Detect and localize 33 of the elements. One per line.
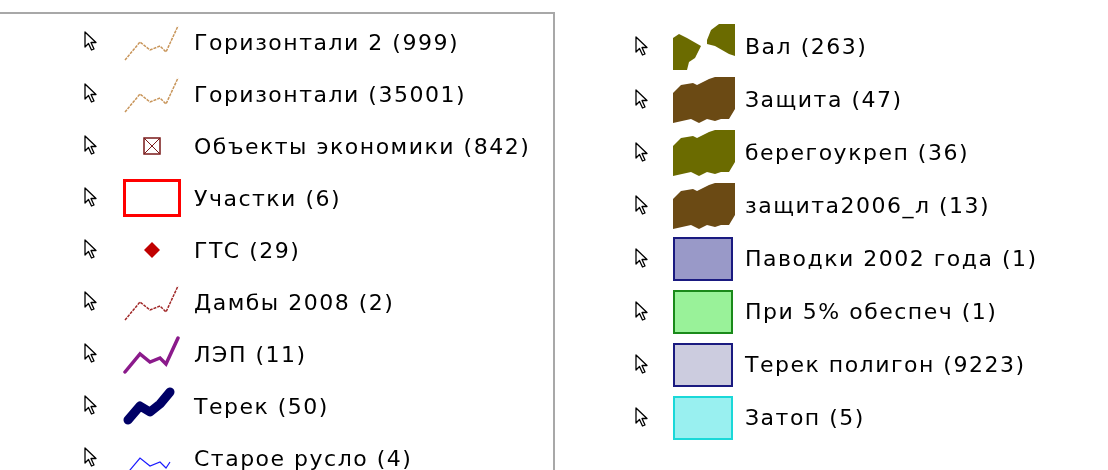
cursor-icon <box>635 194 649 217</box>
layer-label: ЛЭП (11) <box>194 340 307 369</box>
layer-label: Дамбы 2008 (2) <box>194 288 395 317</box>
layer-label: Терек полигон (9223) <box>745 351 1026 379</box>
layer-label: Затоп (5) <box>745 404 865 432</box>
cursor-icon <box>635 353 649 376</box>
layer-label: Участки (6) <box>194 184 342 213</box>
layer-label: берегоукреп (36) <box>745 139 969 167</box>
layer-label: Вал (263) <box>745 33 868 61</box>
cursor-icon <box>84 31 98 53</box>
cursor-icon <box>84 187 98 209</box>
layer-label: Горизонтали 2 (999) <box>194 28 459 57</box>
layer-label: Старое русло (4) <box>194 444 413 470</box>
cursor-icon <box>84 343 98 365</box>
layer-label: Паводки 2002 года (1) <box>745 245 1038 273</box>
cursor-icon <box>84 83 98 105</box>
layer-label: ГТС (29) <box>194 236 301 265</box>
layer-label: Объекты экономики (842) <box>194 132 531 161</box>
cursor-icon <box>635 141 649 164</box>
layer-label: Защита (47) <box>745 86 903 114</box>
cursor-icon <box>84 291 98 313</box>
cursor-icon <box>84 239 98 261</box>
cursor-icon <box>635 35 649 58</box>
cursor-icon <box>635 88 649 111</box>
cursor-icon <box>84 395 98 417</box>
layer-label: защита2006_л (13) <box>745 192 991 221</box>
layer-label: Горизонтали (35001) <box>194 80 466 109</box>
cursor-icon <box>84 135 98 157</box>
cursor-icon <box>635 247 649 270</box>
layer-label: Терек (50) <box>194 392 329 421</box>
layer-label: При 5% обеспеч (1) <box>745 298 998 326</box>
cursor-icon <box>635 406 649 429</box>
cursor-icon <box>635 300 649 323</box>
